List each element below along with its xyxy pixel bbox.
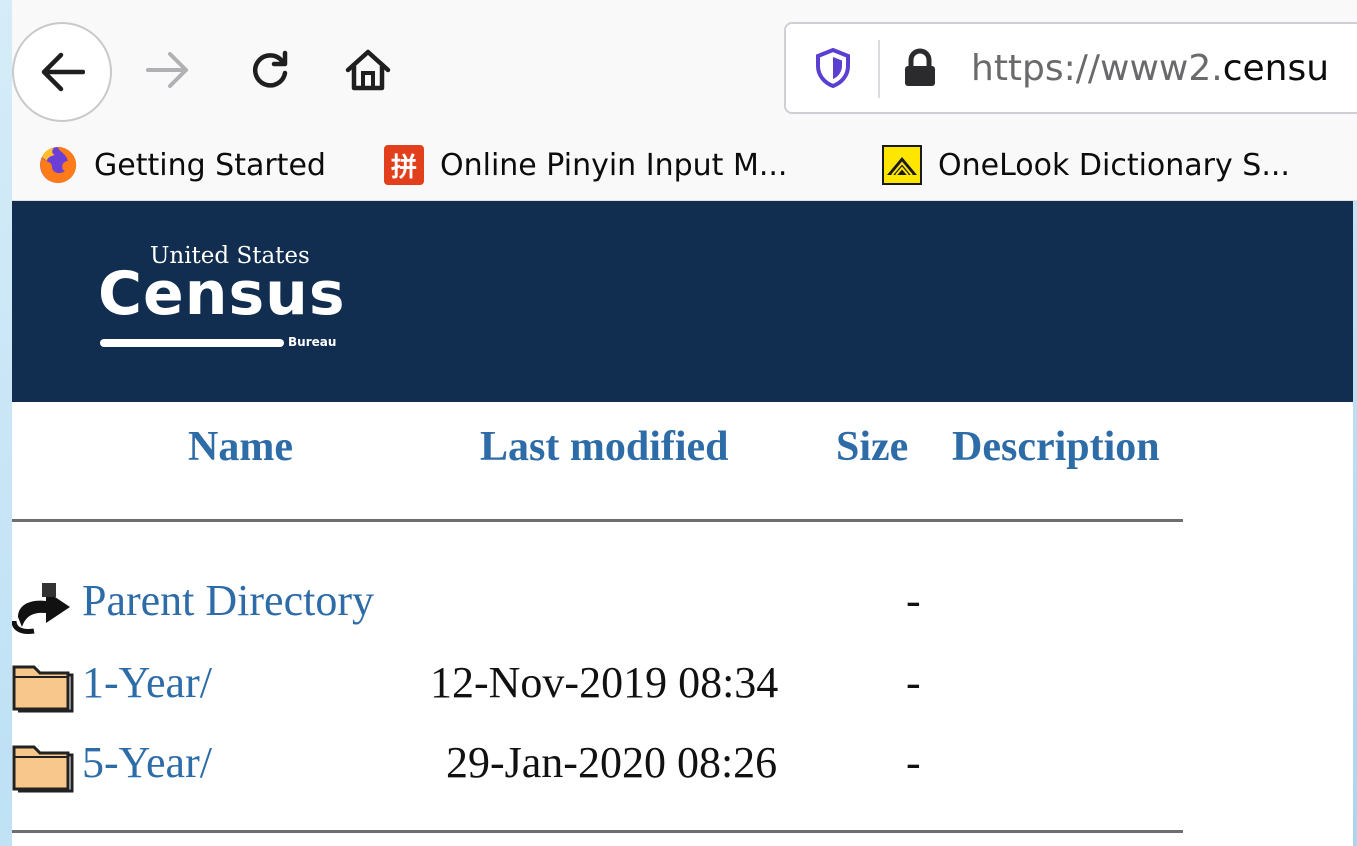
row-size: - — [906, 738, 921, 787]
census-header: United States Census Bureau — [12, 201, 1353, 402]
bookmark-label: OneLook Dictionary S... — [938, 147, 1290, 183]
lock-icon[interactable] — [902, 48, 938, 92]
bookmark-label: Online Pinyin Input M... — [440, 147, 788, 183]
table-row: Parent Directory - — [11, 573, 1183, 634]
forward-arrow-icon — [146, 52, 188, 88]
link-1-year[interactable]: 1-Year/ — [82, 657, 212, 708]
column-header-description[interactable]: Description — [952, 423, 1160, 471]
reload-button[interactable] — [242, 42, 298, 98]
bookmark-onelook[interactable]: OneLook Dictionary S... — [882, 140, 1290, 190]
header-divider — [12, 519, 1183, 522]
address-bar-divider — [878, 40, 880, 98]
link-parent-directory[interactable]: Parent Directory — [82, 575, 374, 626]
census-logo[interactable]: United States Census Bureau — [98, 243, 368, 363]
url-host: censu — [1222, 48, 1330, 89]
url-prefix: https://www2. — [971, 48, 1223, 89]
row-modified: 12-Nov-2019 08:34 — [430, 658, 779, 707]
table-row: 1-Year/ 12-Nov-2019 08:34 - — [12, 655, 1183, 715]
home-button[interactable] — [338, 40, 398, 100]
address-bar[interactable]: https://www2.censu — [784, 22, 1357, 114]
tracking-protection-shield-icon[interactable] — [816, 47, 850, 92]
bookmarks-toolbar: Getting Started 拼 Online Pinyin Input M.… — [12, 130, 1357, 201]
reload-icon — [253, 50, 288, 88]
bookmark-label: Getting Started — [94, 147, 326, 183]
column-header-name[interactable]: Name — [188, 423, 293, 471]
column-header-last-modified[interactable]: Last modified — [480, 423, 729, 471]
page-content: United States Census Bureau Name Last mo… — [11, 201, 1353, 846]
table-row: 5-Year/ 29-Jan-2020 08:26 - — [12, 735, 1183, 795]
logo-census: Census — [98, 259, 346, 329]
column-header-size[interactable]: Size — [836, 423, 908, 471]
browser-toolbar: https://www2.censu — [12, 0, 1357, 130]
row-size: - — [906, 658, 921, 707]
row-size: - — [906, 576, 921, 625]
logo-underline — [100, 339, 284, 347]
row-modified: 29-Jan-2020 08:26 — [446, 738, 778, 787]
pinyin-icon: 拼 — [384, 145, 424, 185]
back-button[interactable] — [12, 22, 112, 122]
footer-divider — [12, 830, 1183, 833]
back-directory-icon — [11, 577, 74, 639]
logo-bureau: Bureau — [288, 335, 337, 349]
home-icon — [345, 49, 391, 91]
onelook-icon — [882, 145, 922, 185]
forward-button[interactable] — [140, 42, 196, 98]
folder-icon — [12, 659, 74, 717]
url-text[interactable]: https://www2.censu — [971, 48, 1329, 89]
folder-icon — [12, 739, 74, 797]
firefox-icon — [38, 145, 78, 185]
bookmark-online-pinyin[interactable]: 拼 Online Pinyin Input M... — [384, 140, 787, 190]
link-5-year[interactable]: 5-Year/ — [82, 737, 212, 788]
back-arrow-icon — [41, 52, 85, 92]
bookmark-getting-started[interactable]: Getting Started — [38, 140, 326, 190]
